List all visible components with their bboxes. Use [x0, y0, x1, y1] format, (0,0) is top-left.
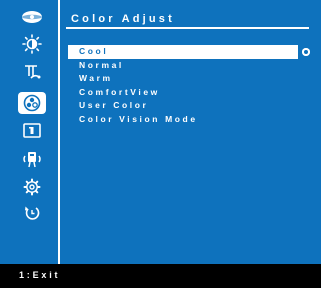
exit-hint: 1:Exit: [19, 270, 61, 280]
menu-item-label: Normal: [79, 59, 124, 70]
menu-item-comfortview[interactable]: ComfortView: [68, 86, 298, 100]
menu-item-label: Cool: [79, 46, 109, 56]
menu-item-label: User Color: [79, 100, 149, 111]
reset-icon[interactable]: [20, 201, 44, 225]
color-preset-menu: Cool Normal Warm ComfortView User Color …: [68, 45, 310, 127]
color-icon[interactable]: [18, 92, 46, 114]
footer-bar: 1:Exit: [0, 264, 321, 288]
title-underline: [66, 27, 309, 29]
menu-item-cool[interactable]: Cool: [68, 45, 310, 59]
page-title: Color Adjust: [71, 13, 175, 25]
osd-sidebar: [10, 0, 54, 264]
sidebar-divider: [58, 0, 60, 264]
menu-item-warm[interactable]: Warm: [68, 72, 298, 86]
menu-item-color-vision-mode[interactable]: Color Vision Mode: [68, 113, 298, 127]
auto-adjust-icon[interactable]: [20, 60, 44, 84]
osd-menu: Color Adjust Cool Normal Warm ComfortVie…: [0, 0, 321, 264]
menu-item-label: Warm: [79, 73, 113, 84]
menu-item-label: ComfortView: [79, 86, 160, 97]
audio-icon[interactable]: [20, 147, 44, 171]
display-icon[interactable]: [20, 119, 44, 143]
menu-item-normal[interactable]: Normal: [68, 59, 298, 73]
input-source-icon[interactable]: [20, 5, 44, 29]
menu-item-user-color[interactable]: User Color: [68, 99, 298, 113]
selected-radio-icon: [302, 48, 310, 56]
brightness-contrast-icon[interactable]: [20, 32, 44, 56]
settings-icon[interactable]: [20, 175, 44, 199]
menu-item-label: Color Vision Mode: [79, 113, 198, 124]
